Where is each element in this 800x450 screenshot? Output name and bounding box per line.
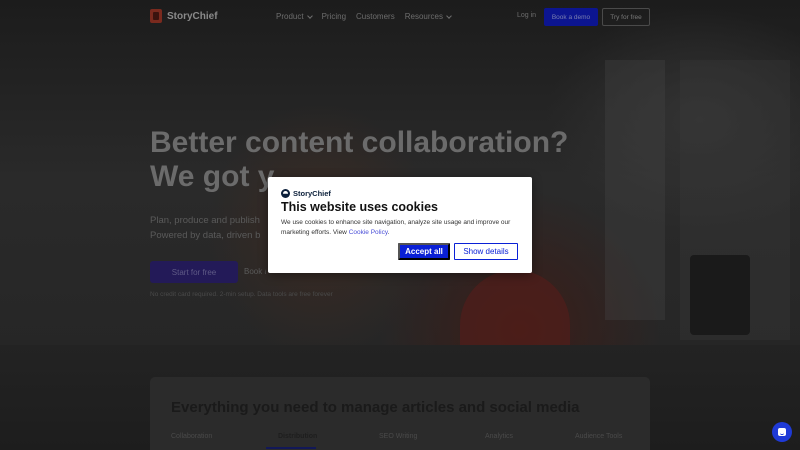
chat-bubble-icon: [778, 428, 786, 436]
cookie-body-text: We use cookies to enhance site navigatio…: [281, 219, 511, 236]
cookie-brand-name: StoryChief: [293, 189, 331, 198]
chat-launcher-button[interactable]: [772, 422, 792, 442]
cookie-body-end: .: [387, 229, 390, 236]
cookie-description: We use cookies to enhance site navigatio…: [281, 218, 516, 238]
storychief-logo-icon: [281, 189, 290, 198]
show-details-button[interactable]: Show details: [454, 243, 518, 260]
cookie-brand: StoryChief: [281, 189, 331, 198]
cookie-title: This website uses cookies: [281, 200, 439, 214]
accept-all-button[interactable]: Accept all: [398, 243, 450, 260]
cookie-consent-dialog: StoryChief This website uses cookies We …: [268, 177, 532, 273]
cookie-policy-link[interactable]: Cookie Policy: [349, 229, 388, 236]
